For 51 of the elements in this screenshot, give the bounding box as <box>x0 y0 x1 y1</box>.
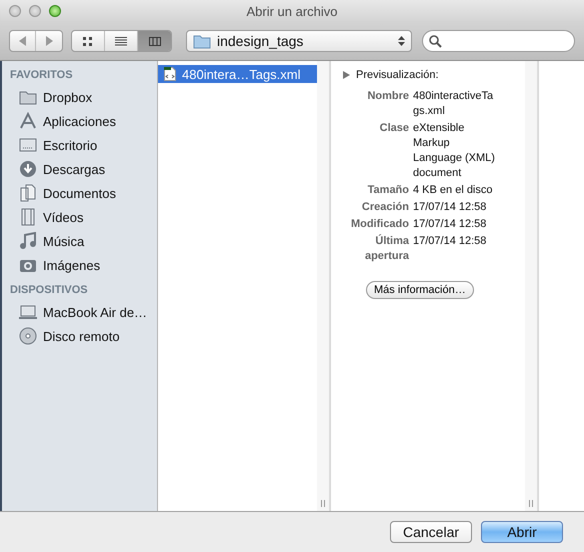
folder-icon <box>193 34 211 48</box>
view-mode-button[interactable] <box>138 31 171 51</box>
column-view-icon <box>148 36 160 46</box>
sidebar-item[interactable]: Dropbox <box>2 85 157 109</box>
dialog-button[interactable]: Cancelar <box>390 521 472 543</box>
info-value: eXtensible Markup Language (XML) document <box>413 121 496 181</box>
location-dropdown[interactable]: indesign_tags <box>186 30 412 52</box>
list-view-icon <box>115 36 127 46</box>
info-value: 17/07/14 12:58 <box>413 217 488 232</box>
stepper-icon <box>398 35 405 47</box>
zoom-button[interactable] <box>49 5 61 17</box>
sidebar-item[interactable]: Disco remoto <box>2 324 157 348</box>
column-resize-handle[interactable] <box>317 61 330 511</box>
dialog-button[interactable]: Abrir <box>481 521 563 543</box>
sidebar-item[interactable]: Descargas <box>2 157 157 181</box>
icon-view-icon <box>82 36 94 46</box>
xml-file-icon <box>164 67 176 81</box>
close-button[interactable] <box>9 5 21 17</box>
info-label: Creación <box>360 200 409 215</box>
search-field[interactable] <box>422 30 575 52</box>
sidebar-item[interactable]: Música <box>2 229 157 253</box>
sidebar-item[interactable]: Aplicaciones <box>2 109 157 133</box>
sidebar-item[interactable]: Imágenes <box>2 253 157 277</box>
sidebar-item[interactable]: Documentos <box>2 181 157 205</box>
file-row[interactable]: 480intera…Tags.xml <box>158 65 317 83</box>
info-label: Última apertura <box>364 234 409 264</box>
search-icon <box>429 34 442 48</box>
more-info-button[interactable]: Más información… <box>366 281 474 299</box>
music-icon <box>18 232 38 250</box>
sidebar-heading: FAVORITOS <box>9 68 74 83</box>
documents-icon <box>18 184 38 202</box>
desktop-icon <box>18 136 38 154</box>
apps-icon <box>18 112 38 130</box>
minimize-button[interactable] <box>29 5 41 17</box>
sidebar-item[interactable]: Vídeos <box>2 205 157 229</box>
sidebar-item[interactable]: MacBook Air de… <box>2 300 157 324</box>
sidebar-item[interactable]: Escritorio <box>2 133 157 157</box>
column-resize-handle[interactable] <box>525 61 538 511</box>
laptop-icon <box>18 303 38 321</box>
window-title: Abrir un archivo <box>246 4 338 18</box>
info-label: Modificado <box>350 217 409 232</box>
download-icon <box>18 160 38 178</box>
info-value: 4 KB en el disco <box>413 183 494 198</box>
preview-toggle[interactable]: Previsualización: <box>343 69 525 81</box>
info-label: Tamaño <box>366 183 409 198</box>
info-label: Nombre <box>366 89 409 104</box>
info-label: Clase <box>378 121 409 136</box>
disc-icon <box>18 327 38 345</box>
info-value: 17/07/14 12:58 <box>413 200 488 215</box>
sidebar-heading: DISPOSITIVOS <box>9 283 89 298</box>
info-value: 17/07/14 12:58 <box>413 234 488 249</box>
